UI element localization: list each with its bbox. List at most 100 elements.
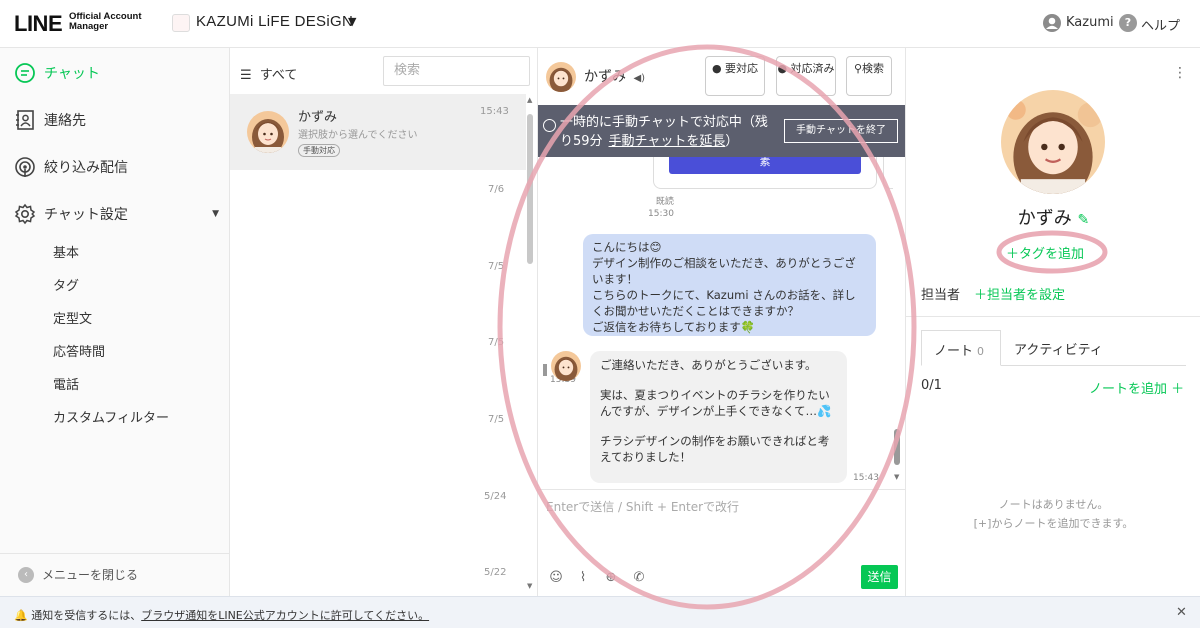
notification-bar: 🔔 通知を受信するには、ブラウザ通知をLINE公式アカウントに許可してください。… [0, 596, 1200, 628]
scrollbar[interactable]: ▼ [893, 157, 903, 485]
close-menu-label: メニューを閉じる [42, 568, 139, 582]
scrollbar[interactable]: ▲ ▼ [526, 94, 536, 594]
clock-icon [543, 119, 556, 132]
attachment-icon[interactable]: ⌇ [575, 570, 591, 586]
message-line: ご連絡いただき、ありがとうございます。 [600, 358, 817, 372]
rich-message-card: 素 [653, 157, 877, 189]
menu-icon: ☰ [240, 68, 252, 83]
sidebar-item-label: チャット設定 [44, 207, 128, 223]
add-note-button[interactable]: ノートを追加 ＋ [1089, 378, 1184, 397]
send-button[interactable]: 送信 [861, 565, 898, 589]
incoming-message: ご連絡いただき、ありがとうございます。 実は、夏まつりイベントのチラシを作りたい… [590, 351, 847, 483]
contact-name: かずみ [298, 110, 338, 125]
profile-avatar [1001, 90, 1105, 194]
scrollbar-thumb[interactable] [527, 114, 533, 264]
scroll-down-icon[interactable]: ▼ [894, 473, 899, 481]
sidebar-item-chat-settings[interactable]: チャット設定 ▼ [14, 203, 219, 225]
chat-list-panel: ☰ すべて 検索 かずみ 選択肢から選んでください 手動対応 15:43 7/6… [230, 48, 538, 596]
date-label: 7/5 [488, 337, 505, 348]
message-line: ご返信をお待ちしております🍀 [592, 320, 756, 334]
message-input[interactable]: Enterで送信 / Shift + Enterで改行 [546, 498, 739, 515]
resolved-button[interactable]: ● 対応済み [776, 56, 836, 96]
set-assignee-button[interactable]: ＋担当者を設定 [974, 284, 1065, 303]
chevron-down-icon[interactable]: ▼ [212, 209, 219, 219]
user-name[interactable]: Kazumi [1066, 15, 1114, 30]
end-manual-chat-button[interactable]: 手動チャットを終了 [784, 119, 898, 143]
message-line: チラシデザインの制作をお願いできればと考えておりました！ [600, 434, 830, 464]
sidebar-sub-basic[interactable]: 基本 [53, 242, 79, 261]
search-input[interactable]: 検索 [383, 56, 530, 86]
contacts-icon [14, 109, 36, 131]
timestamp: 15:43 [480, 106, 509, 117]
outgoing-message: こんにちは😊 デザイン制作のご相談をいただき、ありがとうございます！ こちらのト… [583, 234, 876, 336]
empty-notes-hint: [+]からノートを追加できます。 [973, 517, 1134, 530]
speaker-icon[interactable]: ◀) [633, 73, 645, 84]
scroll-down-icon[interactable]: ▼ [527, 582, 532, 590]
scrollbar-thumb[interactable] [894, 429, 900, 465]
message-preview: 選択肢から選んでください [298, 130, 418, 141]
sidebar-item-label: 連絡先 [44, 113, 86, 129]
user-avatar-icon[interactable] [1043, 14, 1061, 32]
avatar [247, 111, 289, 153]
scroll-up-icon[interactable]: ▲ [527, 96, 532, 104]
filter-dropdown[interactable]: ☰ すべて [240, 64, 297, 83]
chat-contact-label: かずみ [584, 69, 626, 85]
pencil-icon[interactable]: ✎ [1078, 212, 1090, 228]
notification-text: 🔔 通知を受信するには、ブラウザ通知をLINE公式アカウントに許可してください。 [14, 607, 429, 623]
sidebar-item-chat[interactable]: チャット [14, 62, 100, 84]
sidebar-sub-tag[interactable]: タグ [53, 275, 79, 294]
logo-subtitle: Official Account Manager [69, 11, 142, 32]
add-tag-button[interactable]: ＋タグを追加 [1006, 243, 1084, 262]
account-name[interactable]: KAZUMi LiFE DESiGN [196, 13, 353, 30]
sidebar-item-label: 絞り込み配信 [44, 160, 128, 176]
search-icon: ⚲ [853, 62, 863, 75]
tab-note[interactable]: ノート 0 [921, 330, 1001, 366]
tab-note-label: ノート [934, 344, 974, 359]
message-time: 15:43 [853, 473, 879, 483]
sidebar-sub-response-hours[interactable]: 応答時間 [53, 341, 105, 360]
more-options-icon[interactable]: ⋮ [1173, 65, 1187, 81]
extend-manual-chat-link[interactable]: 手動チャットを延長 [609, 134, 726, 149]
account-icon[interactable] [172, 14, 190, 32]
card-button[interactable]: 素 [669, 157, 861, 174]
banner-text: 一時的に手動チャットで対応中（残り59分 手動チャットを延長） [560, 113, 775, 151]
help-icon[interactable]: ? [1119, 14, 1137, 32]
avatar [546, 62, 576, 92]
notification-permission-link[interactable]: ブラウザ通知をLINE公式アカウントに許可してください。 [141, 609, 429, 622]
phone-icon[interactable]: ✆ [631, 570, 647, 586]
list-item[interactable]: かずみ 選択肢から選んでください 手動対応 15:43 [230, 94, 526, 170]
read-time: 15:30 [648, 209, 674, 219]
chat-contact-name: かずみ ◀) [584, 66, 645, 86]
emoji-icon[interactable]: ☺ [548, 570, 564, 586]
sidebar-sub-phone[interactable]: 電話 [53, 374, 79, 393]
message-area: 素 既読 15:30 既読 15:39 こんにちは😊 デザイン制作のご相談をいた… [538, 157, 893, 489]
profile-name: かずみ ✎ [906, 204, 1200, 230]
message-line: こちらのトークにて、Kazumi さんのお話を、詳しくお聞かせいただくことはでき… [592, 288, 856, 318]
rich-message-card [883, 157, 893, 189]
profile-panel: ⋮ かずみ ✎ ＋タグを追加 担当者 ＋担当者を設定 ノート 0 アクティビティ … [905, 48, 1200, 596]
tab-activity[interactable]: アクティビティ [1014, 339, 1103, 358]
broadcast-icon [14, 156, 36, 178]
sidebar-item-broadcast[interactable]: 絞り込み配信 [14, 156, 128, 178]
help-link[interactable]: ヘルプ [1141, 15, 1180, 34]
assignee-label: 担当者 [921, 288, 961, 303]
sidebar-sub-template[interactable]: 定型文 [53, 308, 92, 327]
follow-up-button[interactable]: ● 要対応 [705, 56, 765, 96]
sidebar-sub-custom-filter[interactable]: カスタムフィルター [53, 407, 169, 426]
app-root: LINE Official Account Manager KAZUMi LiF… [0, 0, 1200, 628]
date-label: 7/6 [488, 184, 505, 195]
gear-icon [14, 203, 36, 225]
line-logo[interactable]: LINE [14, 11, 63, 37]
date-label: 7/5 [488, 261, 505, 272]
avatar [551, 351, 581, 381]
banner-text-2: ） [725, 134, 739, 149]
message-line: こんにちは😊 [592, 240, 662, 254]
template-icon[interactable]: ⊕ [603, 570, 619, 586]
date-label: 7/5 [488, 414, 505, 425]
divider [906, 316, 1200, 317]
sidebar-item-contacts[interactable]: 連絡先 [14, 109, 86, 131]
close-icon[interactable]: ✕ [1176, 605, 1187, 620]
close-menu-button[interactable]: ‹ メニューを閉じる [18, 566, 138, 583]
search-button[interactable]: ⚲検索 [846, 56, 892, 96]
chevron-down-icon[interactable]: ▼ [348, 15, 356, 28]
